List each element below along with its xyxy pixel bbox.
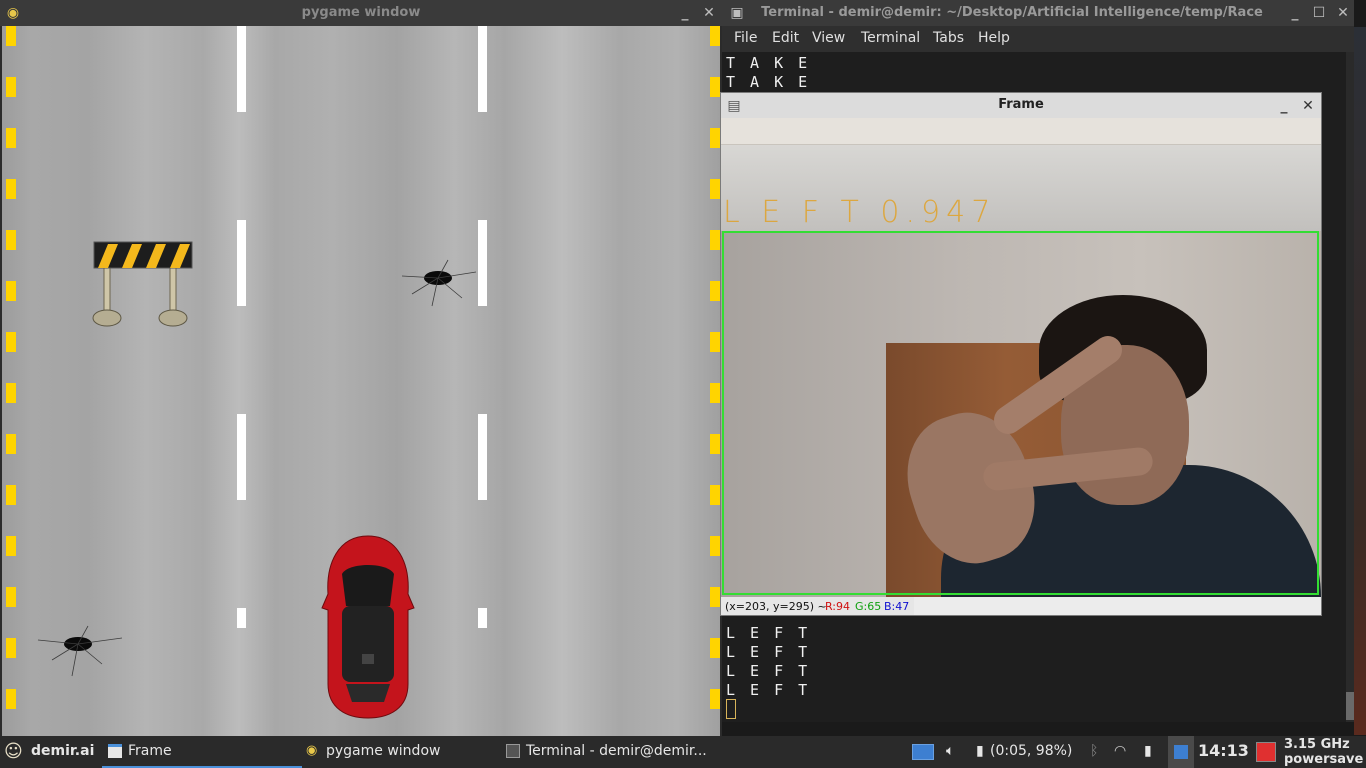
detection-box [722,231,1319,595]
terminal-line: T A K E [726,54,811,72]
frame-window-title: Frame [998,97,1044,112]
cpu-governor: powersave [1284,752,1364,767]
minimize-icon[interactable]: _ [1275,97,1293,115]
desktop-switcher[interactable] [910,736,936,768]
close-icon[interactable]: ✕ [1334,4,1352,22]
volume-icon: 🔈︎ [946,743,955,759]
window-icon [108,744,122,758]
clock[interactable]: 14:13 [1198,736,1250,768]
menu-help[interactable]: Help [978,30,1010,46]
battery-status: (0:05, 98%) [990,743,1073,759]
task-frame[interactable]: Frame [102,736,302,768]
pixel-coords: (x=203, y=295) ~ [725,600,827,613]
terminal-titlebar[interactable]: ▣ Terminal - demir@demir: ~/Desktop/Arti… [722,0,1354,26]
lane-dash-top-1 [237,26,246,40]
pothole [37,625,123,677]
frame-window: ▤ Frame _ ✕ L E F T 0.947 (x=203, y=295)… [720,92,1322,616]
pixel-blue-value: B:47 [884,600,910,613]
terminal-line: L E F T [726,643,811,661]
menu-terminal[interactable]: Terminal [861,30,920,46]
desktop-background [1354,27,1366,735]
wifi-icon: ◠ [1114,743,1127,759]
workspace-icon [912,744,934,760]
terminal-menubar: File Edit View Terminal Tabs Help [722,26,1354,52]
terminal-scrollbar[interactable] [1346,52,1354,722]
pygame-titlebar[interactable]: ◉ pygame window _ ✕ [0,0,722,26]
lane-divider-1 [237,26,246,628]
task-label: pygame window [326,743,441,759]
menu-tabs[interactable]: Tabs [933,30,964,46]
close-icon[interactable]: ✕ [700,4,718,22]
start-menu-label: demir.ai [31,743,95,759]
pygame-window: ◉ pygame window _ ✕ [0,0,722,736]
terminal-line: T A K E [726,73,811,91]
clock-time: 14:13 [1198,741,1249,760]
frame-titlebar[interactable]: ▤ Frame _ ✕ [721,93,1321,118]
pothole [401,259,477,307]
cpu-graph[interactable] [1254,736,1276,768]
menu-edit[interactable]: Edit [772,30,799,46]
prediction-label: L E F T 0.947 [723,195,997,230]
scrollbar-thumb[interactable] [1346,692,1354,720]
lane-dash-top-2 [478,26,487,40]
terminal-app-icon: ▣ [730,5,744,21]
cpu-freq-value: 3.15 GHz [1284,737,1350,752]
menu-file[interactable]: File [734,30,757,46]
battery-icon: ▮ [976,743,984,759]
cpu-monitor-icon [1256,742,1276,762]
power-tray[interactable]: ▮ [1144,736,1158,768]
pixel-red-value: R:94 [825,600,851,613]
frame-toolbar [721,118,1321,145]
terminal-icon [506,744,520,758]
menu-view[interactable]: View [812,30,845,46]
app-menu-icon: ☺ [4,741,23,762]
terminal-line: L E F T [726,681,811,699]
task-label: Terminal - demir@demir... [526,743,707,759]
task-terminal[interactable]: Terminal - demir@demir... [502,736,707,768]
terminal-cursor [726,699,736,719]
pixel-green-value: G:65 [855,600,882,613]
minimize-icon[interactable]: _ [676,4,694,22]
road-edge-left [6,26,16,736]
maximize-icon[interactable]: ☐ [1310,4,1328,22]
bluetooth-icon: ᛒ [1090,743,1099,759]
terminal-line: L E F T [726,662,811,680]
lane-divider-2 [478,26,487,628]
cpu-frequency[interactable]: 3.15 GHz powersave [1282,736,1366,768]
task-pygame[interactable]: ◉ pygame window [302,736,502,768]
battery-indicator[interactable]: ▮ (0:05, 98%) [976,736,1084,768]
plug-icon: ▮ [1144,743,1152,759]
taskbar: ☺ demir.ai Frame ◉ pygame window Termina… [0,736,1366,768]
game-canvas[interactable] [2,26,720,736]
pygame-window-title: pygame window [301,5,421,20]
pygame-icon: ◉ [306,743,318,758]
close-icon[interactable]: ✕ [1299,97,1317,115]
pixel-info-statusbar: (x=203, y=295) ~ R:94 G:65 B:47 [721,597,914,615]
road-barrier [92,241,193,327]
volume-control[interactable]: 🔈︎ [946,736,964,768]
bluetooth-tray[interactable]: ᛒ [1090,736,1104,768]
show-desktop-button[interactable] [1168,736,1194,768]
player-car [321,535,415,719]
minimize-icon[interactable]: _ [1286,4,1304,22]
webcam-image[interactable]: L E F T 0.947 [721,145,1321,597]
road-edge-right [710,26,720,736]
terminal-line: L E F T [726,624,811,642]
network-tray[interactable]: ◠ [1114,736,1136,768]
start-menu-button[interactable]: ☺ demir.ai [0,736,98,768]
task-label: Frame [128,743,172,759]
desktop-icon [1174,745,1188,759]
terminal-window-title: Terminal - demir@demir: ~/Desktop/Artifi… [761,5,1263,20]
